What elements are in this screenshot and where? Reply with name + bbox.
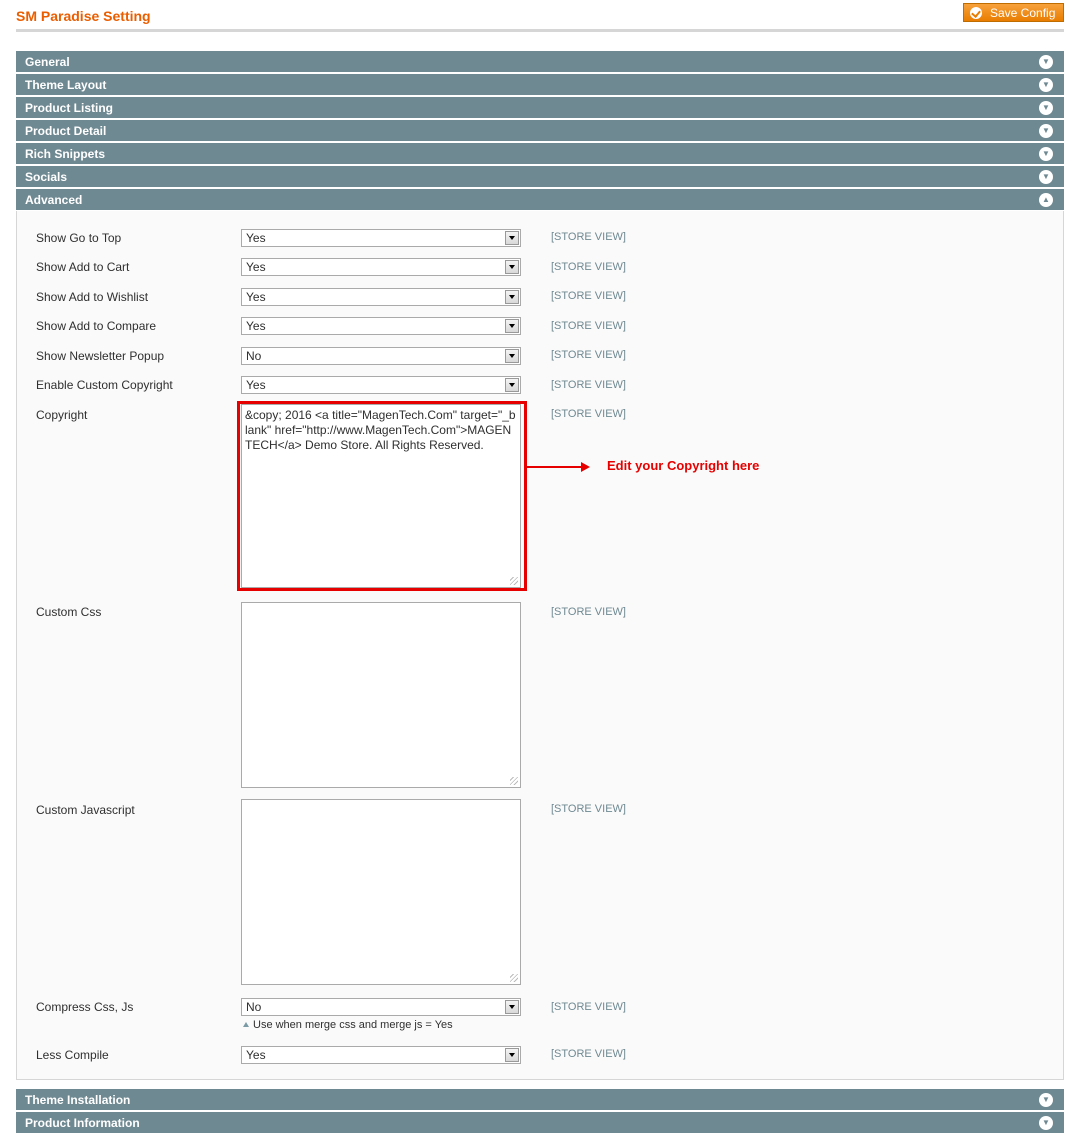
show-newsletter-popup-select[interactable]: No [241,347,521,365]
section-label: Product Detail [25,123,107,138]
field-label-custom-css: Custom Css [36,605,102,619]
select-value: Yes [246,260,266,274]
select-value: Yes [246,319,266,333]
enable-custom-copyright-select[interactable]: Yes [241,376,521,394]
field-label-less-compile: Less Compile [36,1048,109,1062]
dropdown-arrow-icon [505,319,519,333]
scope-label: [STORE VIEW] [551,379,626,391]
dropdown-arrow-icon [505,290,519,304]
show-add-to-compare-select[interactable]: Yes [241,317,521,335]
select-value: No [246,349,262,363]
less-compile-select[interactable]: Yes [241,1046,521,1064]
page-title: SM Paradise Setting [16,8,151,24]
field-label-show-add-to-compare: Show Add to Compare [36,319,157,333]
section-label: Product Listing [25,100,113,115]
section-product-listing[interactable]: Product Listing ▼ [16,97,1064,119]
scope-label: [STORE VIEW] [551,408,626,420]
section-label: Theme Installation [25,1092,131,1107]
scope-label: [STORE VIEW] [551,349,626,361]
annotation-arrow [527,466,583,468]
section-socials[interactable]: Socials ▼ [16,166,1064,188]
scope-label: [STORE VIEW] [551,606,626,618]
select-value: No [246,1000,262,1014]
section-theme-layout[interactable]: Theme Layout ▼ [16,74,1064,96]
section-product-information[interactable]: Product Information ▼ [16,1112,1064,1134]
chevron-down-icon: ▼ [1039,78,1053,92]
dropdown-arrow-icon [505,1048,519,1062]
save-config-button[interactable]: Save Config [963,3,1064,22]
section-theme-installation[interactable]: Theme Installation ▼ [16,1089,1064,1111]
select-value: Yes [246,231,266,245]
section-label: Product Information [25,1115,140,1130]
field-label-show-add-to-wishlist: Show Add to Wishlist [36,290,149,304]
chevron-down-icon: ▼ [1039,101,1053,115]
chevron-down-icon: ▼ [1039,1116,1053,1130]
custom-css-textarea[interactable] [241,602,521,788]
chevron-down-icon: ▼ [1039,124,1053,138]
section-product-detail[interactable]: Product Detail ▼ [16,120,1064,142]
section-label: Advanced [25,192,83,207]
resize-handle-icon[interactable] [510,777,518,785]
field-note: Use when merge css and merge js = Yes [243,1019,453,1031]
field-label-show-add-to-cart: Show Add to Cart [36,260,130,274]
annotation-text: Edit your Copyright here [607,458,760,473]
chevron-down-icon: ▼ [1039,170,1053,184]
dropdown-arrow-icon [505,349,519,363]
show-add-to-cart-select[interactable]: Yes [241,258,521,276]
dropdown-arrow-icon [505,378,519,392]
scope-label: [STORE VIEW] [551,231,626,243]
compress-css-js-select[interactable]: No [241,998,521,1016]
field-label-custom-javascript: Custom Javascript [36,803,135,817]
note-triangle-icon [243,1022,249,1027]
resize-handle-icon[interactable] [510,974,518,982]
title-divider [16,29,1064,32]
scope-label: [STORE VIEW] [551,803,626,815]
note-text: Use when merge css and merge js = Yes [253,1019,453,1031]
select-value: Yes [246,378,266,392]
dropdown-arrow-icon [505,260,519,274]
custom-javascript-textarea[interactable] [241,799,521,985]
advanced-section-body [16,211,1064,1080]
chevron-down-icon: ▼ [1039,55,1053,69]
select-value: Yes [246,1048,266,1062]
dropdown-arrow-icon [505,1000,519,1014]
chevron-down-icon: ▼ [1039,147,1053,161]
section-label: Theme Layout [25,77,107,92]
chevron-up-icon: ▲ [1039,193,1053,207]
section-rich-snippets[interactable]: Rich Snippets ▼ [16,143,1064,165]
section-general[interactable]: General ▼ [16,51,1064,73]
chevron-down-icon: ▼ [1039,1093,1053,1107]
section-label: General [25,54,70,69]
field-label-compress-css-js: Compress Css, Js [36,1000,134,1014]
scope-label: [STORE VIEW] [551,320,626,332]
scope-label: [STORE VIEW] [551,290,626,302]
field-label-show-newsletter-popup: Show Newsletter Popup [36,349,165,363]
arrow-head-icon [581,462,590,472]
field-label-enable-custom-copyright: Enable Custom Copyright [36,378,173,392]
scope-label: [STORE VIEW] [551,1001,626,1013]
field-label-show-go-to-top: Show Go to Top [36,231,122,245]
copyright-highlight-box [237,401,527,591]
show-add-to-wishlist-select[interactable]: Yes [241,288,521,306]
scope-label: [STORE VIEW] [551,1048,626,1060]
show-go-to-top-select[interactable]: Yes [241,229,521,247]
section-label: Rich Snippets [25,146,106,161]
save-config-label: Save Config [990,5,1056,20]
section-advanced[interactable]: Advanced ▲ [16,189,1064,211]
field-label-copyright: Copyright [36,408,88,422]
dropdown-arrow-icon [505,231,519,245]
select-value: Yes [246,290,266,304]
section-label: Socials [25,169,68,184]
check-icon [970,6,982,19]
scope-label: [STORE VIEW] [551,261,626,273]
